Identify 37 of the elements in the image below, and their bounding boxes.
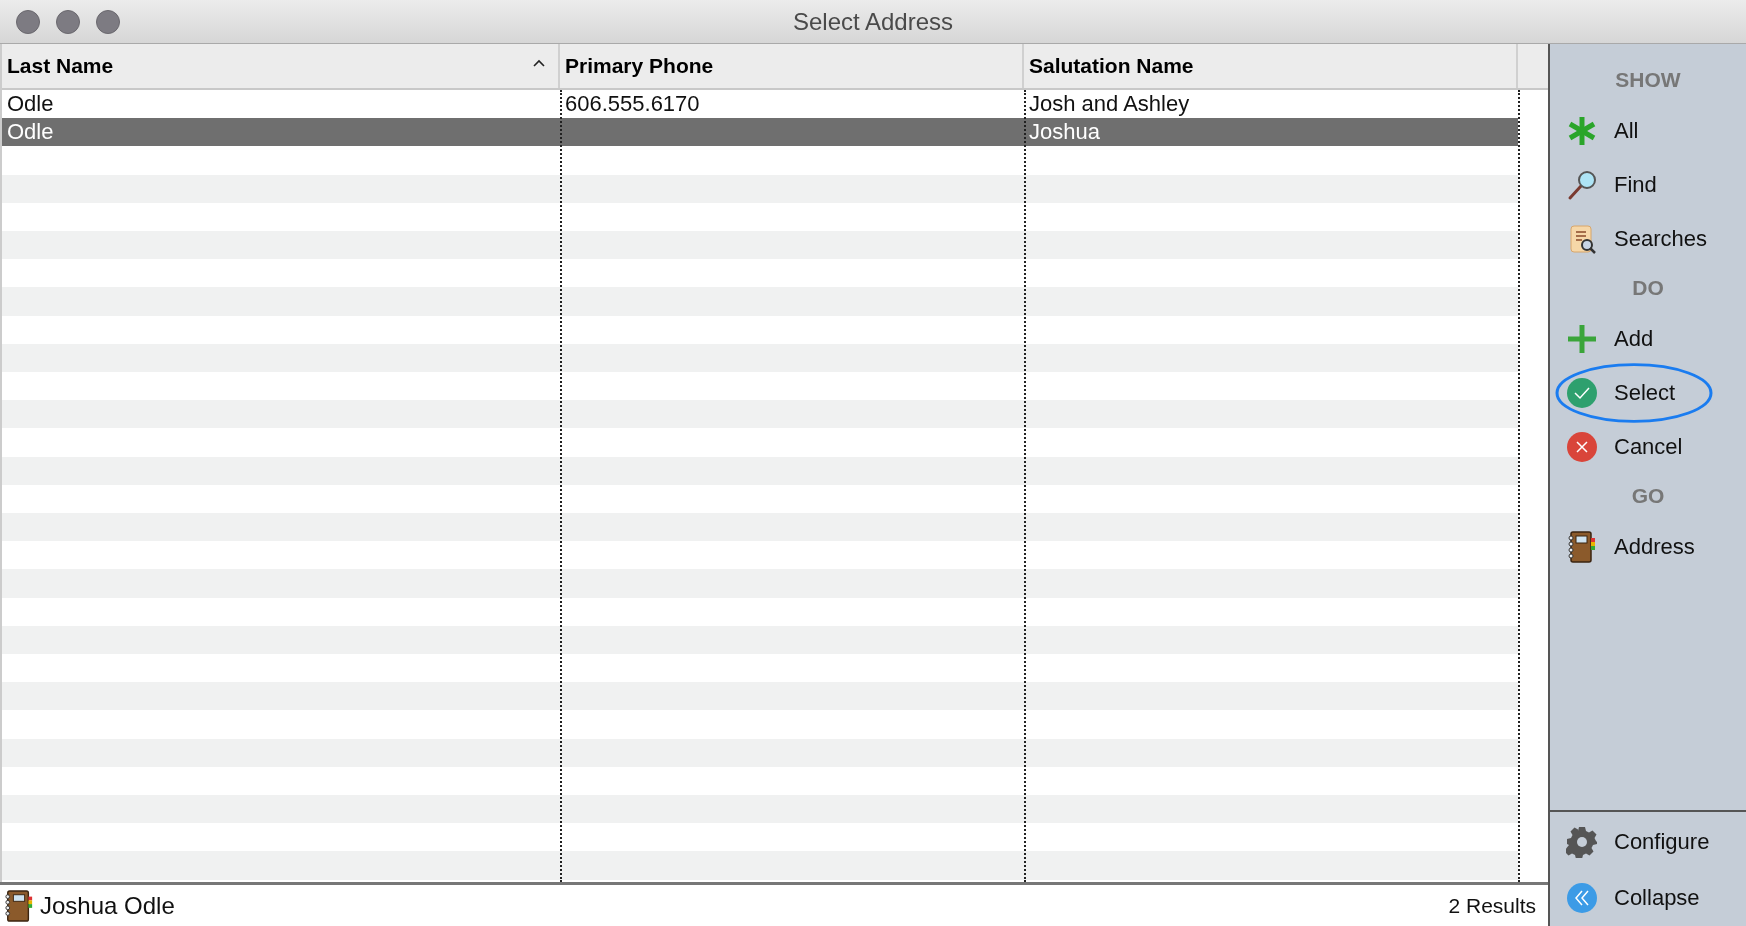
column-header[interactable]: Primary Phone [560, 44, 1024, 88]
column-header[interactable]: Last Name [2, 44, 560, 88]
sidebar-item[interactable]: Add [1550, 312, 1746, 366]
magnifier-icon [1566, 169, 1598, 201]
zoom-button[interactable] [96, 10, 120, 34]
section-heading: GO [1631, 483, 1665, 509]
notebook-icon [4, 888, 34, 923]
table-cell-text: Josh and Ashley [1028, 90, 1191, 118]
record-name: Joshua Odle [40, 891, 175, 920]
asterisk-icon [1566, 115, 1598, 147]
close-button[interactable] [16, 10, 40, 34]
sidebar-item[interactable]: Configure [1550, 814, 1710, 870]
sidebar-item[interactable]: Find [1550, 158, 1746, 212]
plus-icon [1566, 323, 1598, 355]
gear-icon [1566, 826, 1598, 858]
results-count: 2 Results [1448, 893, 1536, 918]
table-row[interactable]: Odle Joshua [2, 118, 1518, 146]
sidebar-item[interactable]: Searches [1550, 212, 1746, 266]
section-heading: SHOW [1615, 67, 1681, 93]
table-cell-text: Odle [6, 90, 55, 118]
window-title: Select Address [792, 7, 954, 36]
sidebar-item[interactable]: Address [1550, 520, 1746, 574]
sidebar-item[interactable]: Select [1550, 366, 1746, 420]
minimize-button[interactable] [56, 10, 80, 34]
check-icon [1566, 377, 1598, 409]
notebook-icon [1566, 531, 1598, 563]
table-row[interactable]: Odle 606.555.6170 Josh and Ashley [2, 90, 1518, 118]
sidebar-item[interactable]: Cancel [1550, 420, 1746, 474]
table-cell-text: Joshua [1028, 118, 1101, 146]
section-heading: DO [1632, 275, 1664, 301]
table-cell-text: Odle [6, 118, 55, 146]
table-cell-text: 606.555.6170 [564, 90, 701, 118]
sidebar-item[interactable]: Collapse [1550, 870, 1700, 926]
double-chevron-icon [1566, 882, 1598, 914]
cross-icon [1566, 431, 1598, 463]
sidebar-item[interactable]: All [1550, 104, 1746, 158]
column-header[interactable]: Salutation Name [1024, 44, 1518, 88]
